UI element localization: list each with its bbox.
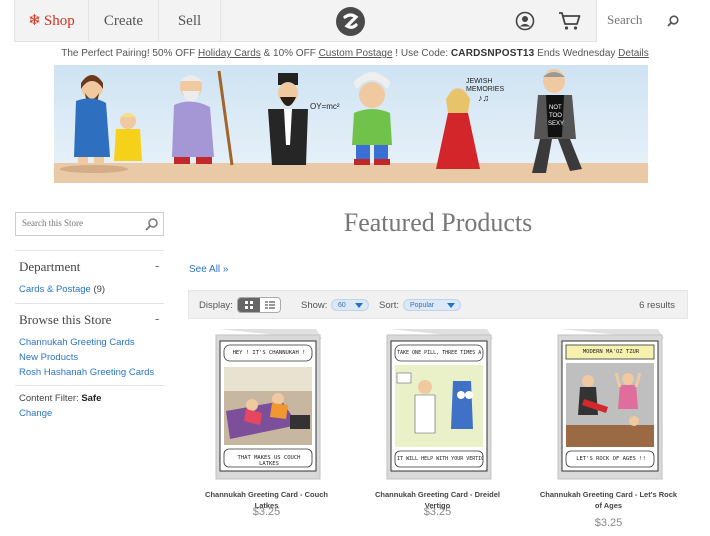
svg-text:OY=mc²: OY=mc² bbox=[310, 102, 340, 111]
svg-text:TOO: TOO bbox=[549, 113, 562, 119]
divider bbox=[15, 250, 164, 251]
zazzle-logo-icon[interactable] bbox=[336, 7, 365, 36]
department-collapse-toggle[interactable]: - bbox=[155, 258, 159, 273]
nav-shop-label: Shop bbox=[43, 13, 75, 29]
content-filter: Content Filter: Safe bbox=[19, 393, 101, 404]
display-label: Display: bbox=[199, 300, 233, 311]
browse-link-rosh-hashanah[interactable]: Rosh Hashanah Greeting Cards bbox=[19, 367, 154, 378]
chevron-down-icon bbox=[447, 303, 455, 308]
site-search bbox=[596, 0, 689, 42]
show-count-value: 60 bbox=[338, 302, 346, 309]
sort-label: Sort: bbox=[379, 300, 400, 311]
nav-sell[interactable]: Sell bbox=[159, 0, 221, 42]
promo-text: & 10% OFF bbox=[260, 48, 319, 59]
product-price: $3.25 bbox=[252, 506, 281, 518]
department-heading: Department bbox=[19, 259, 81, 274]
results-count: 6 results bbox=[639, 300, 675, 311]
promo-details-link[interactable]: Details bbox=[618, 48, 649, 59]
product-image[interactable]: HEY ! IT'S CHANNUKAH ! THAT MAKES US COU… bbox=[212, 329, 324, 481]
department-link-cards-postage[interactable]: Cards & Postage (9) bbox=[19, 284, 105, 295]
browse-link-channukah[interactable]: Channukah Greeting Cards bbox=[19, 337, 135, 348]
show-label: Show: bbox=[301, 300, 328, 311]
department-count: (9) bbox=[93, 284, 106, 295]
svg-text:♪♫: ♪♫ bbox=[478, 93, 489, 103]
promo-code: CARDSNPOST13 bbox=[450, 48, 535, 59]
department-link-label: Cards & Postage bbox=[19, 284, 91, 295]
card-caption-bottom: IT WILL HELP WITH YOUR VERTIGO bbox=[397, 456, 483, 462]
sort-value: Popular bbox=[410, 302, 435, 309]
page-title: Featured Products bbox=[343, 208, 533, 237]
divider bbox=[15, 385, 164, 386]
content-filter-label: Content Filter: bbox=[19, 393, 79, 404]
promo-bar: The Perfect Pairing! 50% OFF Holiday Car… bbox=[0, 43, 710, 65]
svg-text:SEXY: SEXY bbox=[548, 121, 564, 127]
promo-text: ! Use Code: bbox=[392, 48, 451, 59]
show-count-dropdown[interactable]: 60 bbox=[331, 299, 369, 311]
card-caption-bottom: THAT MAKES US COUCH LATKES bbox=[237, 455, 301, 467]
card-caption-bottom: LET'S ROCK OF AGES !! bbox=[576, 456, 646, 462]
promo-postage-link[interactable]: Custom Postage bbox=[319, 48, 393, 59]
grid-view-icon[interactable] bbox=[238, 298, 260, 312]
product-price: $3.25 bbox=[423, 506, 452, 518]
promo-text: The Perfect Pairing! 50% OFF bbox=[61, 48, 198, 59]
browse-collapse-toggle[interactable]: - bbox=[155, 311, 159, 326]
chevron-down-icon bbox=[355, 303, 363, 308]
divider bbox=[15, 303, 164, 304]
top-navigation-bar: ❄ Shop Create Sell bbox=[14, 0, 689, 42]
svg-text:MEMORIES: MEMORIES bbox=[466, 86, 504, 93]
product-price: $3.25 bbox=[594, 517, 623, 529]
cart-icon[interactable] bbox=[558, 11, 582, 31]
store-search-input[interactable] bbox=[22, 218, 137, 228]
product-name[interactable]: Channukah Greeting Card - Let's Rock of … bbox=[536, 489, 681, 511]
content-filter-change-link[interactable]: Change bbox=[19, 408, 52, 419]
sort-dropdown[interactable]: Popular bbox=[403, 299, 461, 311]
see-all-link[interactable]: See All » bbox=[189, 264, 228, 275]
display-view-toggle bbox=[237, 297, 281, 313]
product-toolbar: Display: Show: 60 Sort: Popular 6 result… bbox=[188, 290, 688, 319]
nav-create[interactable]: Create bbox=[89, 0, 159, 42]
product-image[interactable]: MODERN MA'OZ TZUR LET'S ROCK OF AGES !! bbox=[554, 329, 666, 481]
svg-text:JEWISH: JEWISH bbox=[466, 78, 492, 85]
product-image[interactable]: TAKE ONE PILL, THREE TIMES A DAY. IT WIL… bbox=[383, 329, 495, 481]
card-caption-top: MODERN MA'OZ TZUR bbox=[582, 349, 640, 355]
nav-shop[interactable]: ❄ Shop bbox=[15, 0, 89, 42]
card-caption-top: HEY ! IT'S CHANNUKAH ! bbox=[232, 350, 306, 356]
store-search bbox=[15, 212, 164, 236]
content-filter-value: Safe bbox=[81, 393, 102, 404]
card-caption-top: TAKE ONE PILL, THREE TIMES A DAY. bbox=[397, 350, 483, 356]
account-icon[interactable] bbox=[515, 11, 535, 31]
search-icon[interactable] bbox=[145, 218, 158, 236]
snowflake-icon: ❄ bbox=[28, 13, 41, 29]
list-view-icon[interactable] bbox=[260, 298, 280, 312]
site-search-input[interactable] bbox=[607, 12, 663, 28]
browse-link-new-products[interactable]: New Products bbox=[19, 352, 78, 363]
browse-heading: Browse this Store bbox=[19, 312, 112, 327]
store-banner: OY=mc² JEWISH MEMORIES ♪♫ NOT TOO SEXY bbox=[54, 65, 648, 183]
svg-text:NOT: NOT bbox=[549, 105, 562, 111]
promo-text: Ends Wednesday bbox=[534, 48, 619, 59]
promo-holiday-link[interactable]: Holiday Cards bbox=[198, 48, 261, 59]
search-icon[interactable] bbox=[667, 14, 679, 32]
